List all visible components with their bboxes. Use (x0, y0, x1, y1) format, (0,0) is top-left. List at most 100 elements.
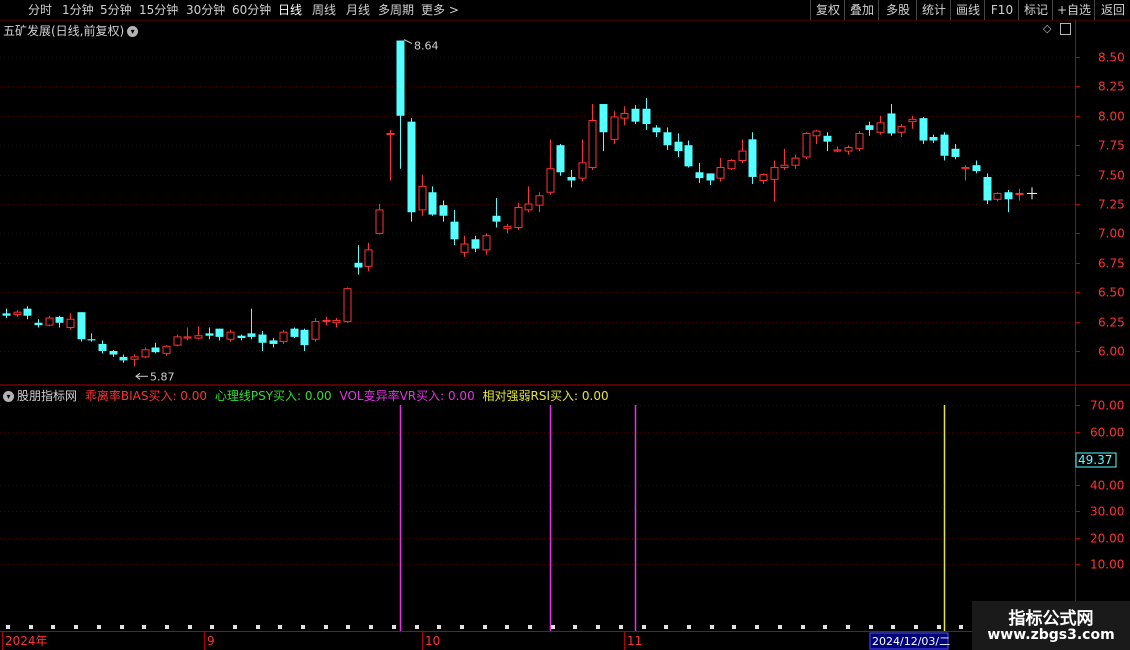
candle-body-down (919, 118, 928, 141)
price-tick-label: 7.00 (1098, 227, 1125, 241)
diamond-icon[interactable]: ◇ (1043, 22, 1051, 35)
candle-body-up (375, 209, 384, 234)
candle-body-up (759, 174, 768, 181)
candle-body-up (45, 317, 54, 326)
price-tick-label: 6.25 (1098, 316, 1125, 330)
baseline-marker (74, 625, 78, 629)
baseline-marker (210, 625, 214, 629)
high-marker-arrow (403, 39, 413, 44)
period-tab-5[interactable]: 60分钟 (232, 1, 271, 19)
price-tick-label: 8.25 (1098, 80, 1125, 94)
candle-body-down (1004, 192, 1013, 200)
panel-expand-icon[interactable] (1060, 23, 1071, 35)
chevron-down-icon[interactable]: ▾ (127, 26, 139, 37)
period-tab-7[interactable]: 周线 (312, 1, 336, 19)
price-tick-label: 7.50 (1098, 169, 1125, 183)
candle-body-down (119, 356, 128, 361)
baseline-marker (505, 625, 509, 629)
period-tab-1[interactable]: 1分钟 (62, 1, 94, 19)
baseline-marker (6, 625, 10, 629)
baseline-marker (528, 625, 532, 629)
baseline-marker (346, 625, 350, 629)
baseline-marker (937, 625, 941, 629)
watermark-url: www.zbgs3.com (987, 627, 1115, 643)
period-tab-3[interactable]: 15分钟 (139, 1, 178, 19)
baseline-marker (415, 625, 419, 629)
candle-body-up (738, 150, 747, 161)
candle-body-down (290, 328, 299, 337)
chart-area[interactable]: 8.50 8.25 8.00 7.75 7.50 7.25 7.00 6.75 6.50 6.25… (0, 20, 1130, 650)
toolbar: 分时 1分钟 5分钟 15分钟 30分钟 60分钟 日线 周线 月线 多周期 更多 > 复权 叠加 多股统… (0, 0, 1130, 21)
candle-body-down (567, 176, 576, 181)
candle-body-up (162, 345, 171, 354)
toolbar-button-6[interactable]: 标记 (1018, 0, 1053, 20)
candle-body-down (599, 104, 608, 133)
period-tab-9[interactable]: 多周期 (378, 1, 414, 19)
period-tab-2[interactable]: 5分钟 (100, 1, 132, 19)
baseline-marker (233, 625, 237, 629)
baseline-marker (483, 625, 487, 629)
toolbar-button-8[interactable]: 返回 (1094, 0, 1130, 20)
candle-body-up (460, 243, 469, 253)
toolbar-button-3[interactable]: 统计 (916, 0, 951, 20)
toolbar-button-1[interactable]: 叠加 (844, 0, 879, 20)
baseline-marker (891, 625, 895, 629)
candle-body-up (418, 185, 427, 211)
baseline-marker (165, 625, 169, 629)
x-axis-label: 11 (627, 634, 642, 648)
toolbar-button-0[interactable]: 复权 (810, 0, 845, 20)
candle-body-up (311, 321, 320, 340)
legend-psy: 心理线PSY买入: 0.00 (214, 389, 332, 403)
candle-body-up (844, 147, 853, 152)
period-tab-8[interactable]: 月线 (346, 1, 370, 19)
baseline-marker (755, 625, 759, 629)
candle-body-up (855, 132, 864, 150)
baseline-marker (278, 625, 282, 629)
candle-body-down (354, 262, 363, 268)
candle-body-up (322, 319, 331, 322)
indicator-panel-title: ▾ 股朋指标网 乖离率BIAS买入: 0.00 心理线PSY买入: 0.00 VO… (3, 387, 609, 404)
indicator-name[interactable]: 股朋指标网 (17, 389, 77, 403)
candle-body-down (428, 192, 437, 215)
candle-body-down (2, 313, 11, 316)
candle-body-down (237, 335, 246, 339)
chevron-down-icon[interactable]: ▾ (3, 391, 14, 402)
watermark-title: 指标公式网 (1008, 609, 1094, 629)
candle-body-down (98, 343, 107, 351)
main-panel-title[interactable]: 五矿发展(日线,前复权) ▾ (3, 22, 139, 39)
candle-body-up (876, 122, 885, 133)
candle-body-up (279, 331, 288, 343)
period-tab-10[interactable]: 更多 > (421, 1, 459, 19)
candle-body-down (247, 333, 256, 337)
baseline-marker (97, 625, 101, 629)
price-tick-label: 7.75 (1098, 139, 1125, 153)
toolbar-button-7[interactable]: +自选 (1052, 0, 1095, 20)
candle-body-down (258, 334, 267, 343)
indicator-tick-label: 60.00 (1090, 426, 1124, 440)
candle-body-down (684, 145, 693, 167)
toolbar-button-5[interactable]: F10 (984, 0, 1019, 20)
price-tick-label: 7.25 (1098, 198, 1125, 212)
candle-body-down (983, 176, 992, 201)
candle-body-up (364, 249, 373, 267)
candle-body-down (556, 145, 565, 173)
period-tab-6[interactable]: 日线 (278, 1, 302, 19)
period-tab-4[interactable]: 30分钟 (186, 1, 225, 19)
baseline-marker (573, 625, 577, 629)
baseline-marker (301, 625, 305, 629)
price-tick-label: 8.50 (1098, 51, 1125, 65)
candle-body-down (471, 239, 480, 249)
candle-body-up (620, 112, 629, 119)
period-tab-0[interactable]: 分时 (28, 1, 52, 19)
toolbar-button-2[interactable]: 多股 (878, 0, 917, 20)
baseline-marker (324, 625, 328, 629)
candle-body-up (770, 167, 779, 180)
candle-body-down (269, 340, 278, 344)
candle-body-down (215, 328, 224, 337)
candle-body-up (386, 132, 395, 135)
candle-body-down (151, 347, 160, 353)
price-tick-label: 6.75 (1098, 257, 1125, 271)
baseline-marker (869, 625, 873, 629)
baseline-marker (392, 625, 396, 629)
toolbar-button-4[interactable]: 画线 (950, 0, 985, 20)
